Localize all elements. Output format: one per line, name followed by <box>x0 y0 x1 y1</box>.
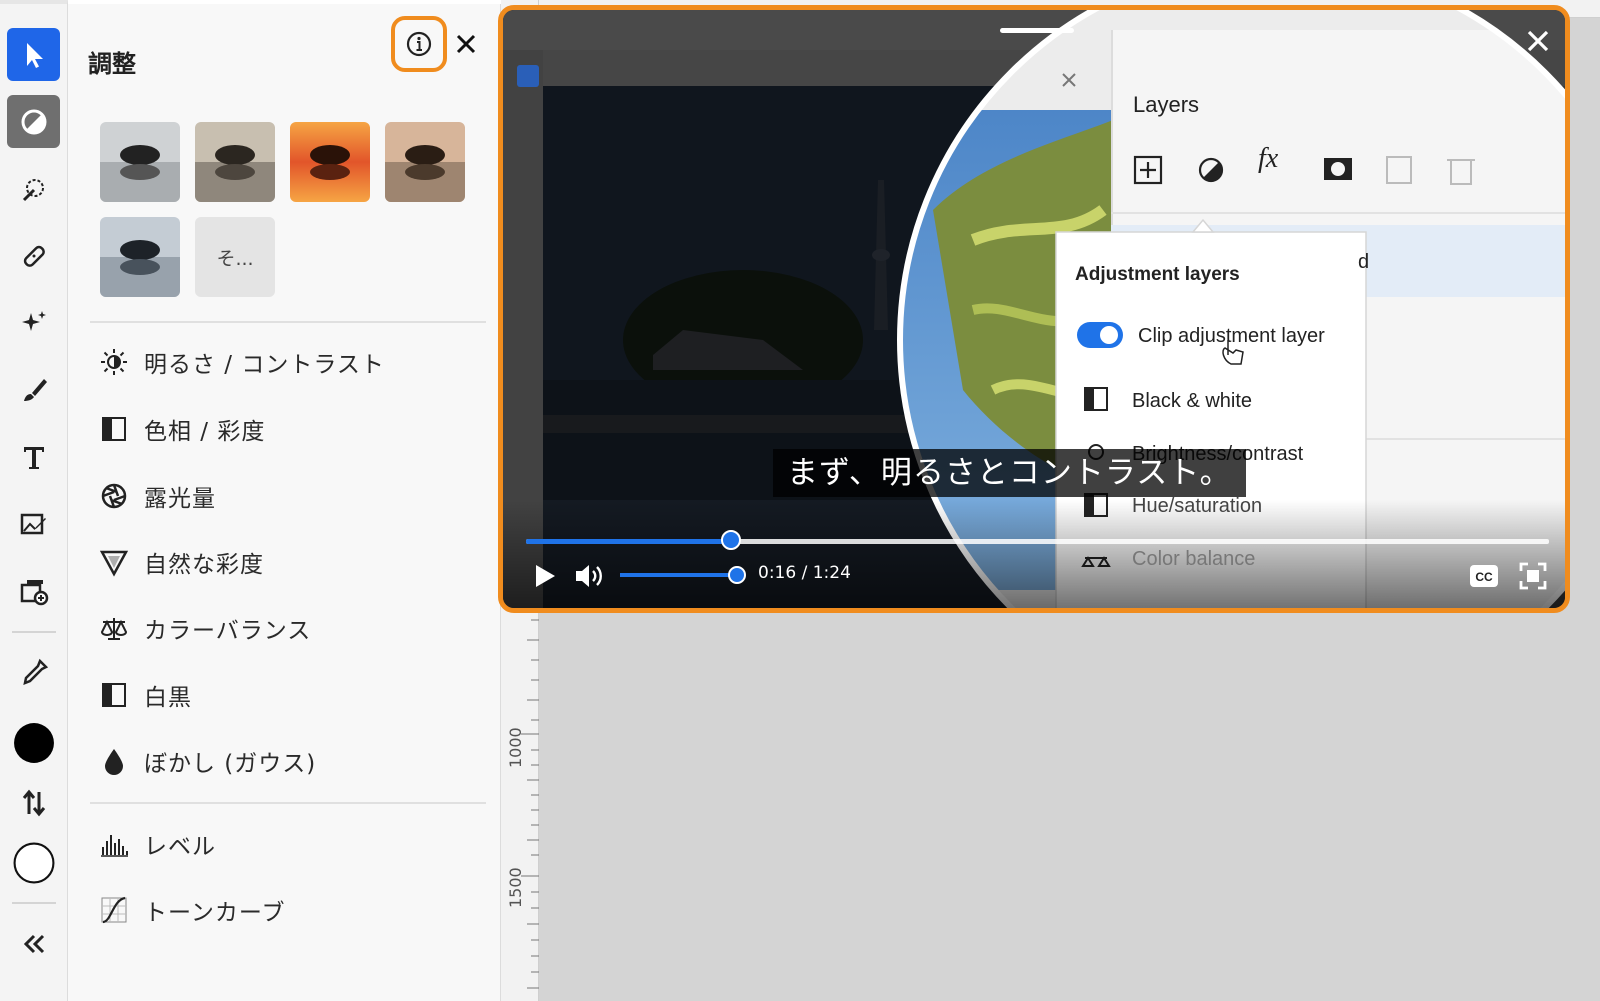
adj-gaussian-blur[interactable]: ぼかし (ガウス) <box>98 741 316 781</box>
foreground-color-swatch[interactable] <box>7 716 60 769</box>
drop-icon <box>98 745 130 777</box>
adj-color-balance[interactable]: カラーバランス <box>98 608 311 648</box>
adj-label: カラーバランス <box>144 618 312 644</box>
aperture-icon <box>98 480 130 512</box>
drag-handle[interactable] <box>1000 28 1074 33</box>
adj-label: 白黒 <box>144 685 192 711</box>
layer-name-partial: d <box>1358 251 1369 273</box>
cc-label: CC <box>1475 570 1493 584</box>
adj-label: 露光量 <box>144 486 216 512</box>
sparkle-icon[interactable] <box>7 296 60 349</box>
video-subtitle: まず、明るさとコントラスト。 <box>773 449 1246 497</box>
background-color-swatch[interactable] <box>7 836 60 889</box>
preset-thumbnail[interactable] <box>195 122 275 202</box>
half-square-icon <box>98 679 130 711</box>
triangle-down-icon <box>98 546 130 578</box>
ruler-label-1000: 1000 <box>506 727 525 768</box>
close-icon <box>1527 30 1549 52</box>
adj-tone-curve[interactable]: トーンカーブ <box>98 890 285 930</box>
popover-item: Hue/saturation <box>1132 495 1262 517</box>
volume-handle[interactable] <box>728 566 746 584</box>
info-button[interactable] <box>391 16 447 72</box>
volume-icon <box>576 565 602 587</box>
play-button[interactable] <box>531 562 559 590</box>
adj-label: 色相 / 彩度 <box>144 419 266 445</box>
adj-label: レベル <box>144 834 216 860</box>
cc-icon: CC <box>1470 565 1498 587</box>
quick-select-icon[interactable] <box>7 162 60 215</box>
fullscreen-button[interactable] <box>1518 561 1548 591</box>
close-panel-button[interactable] <box>452 30 480 58</box>
tool-rail <box>0 0 68 1001</box>
popover-item: Black & white <box>1132 390 1252 412</box>
adj-label: 自然な彩度 <box>144 552 264 578</box>
progress-fill <box>526 539 731 544</box>
curve-icon <box>98 894 130 926</box>
popover-item: Color balance <box>1132 548 1255 570</box>
adj-exposure[interactable]: 露光量 <box>98 476 216 516</box>
image-edit-icon[interactable] <box>7 497 60 550</box>
collapse-rail-icon[interactable] <box>7 917 60 970</box>
adj-brightness-contrast[interactable]: 明るさ / コントラスト <box>98 342 385 382</box>
adjust-tool-icon[interactable] <box>7 95 60 148</box>
preset-thumbnail[interactable] <box>100 217 180 297</box>
captions-button[interactable]: CC <box>1469 563 1499 589</box>
volume-button[interactable] <box>573 561 605 591</box>
select-tool-icon[interactable] <box>7 28 60 81</box>
preset-thumbnail[interactable] <box>290 122 370 202</box>
more-presets-button[interactable]: そ... <box>195 217 275 297</box>
video-frame-content: Layers fx d Adjustment layers Clip adjus… <box>503 10 1565 608</box>
rail-divider <box>12 902 56 904</box>
progress-bar[interactable] <box>526 539 1549 544</box>
sun-icon <box>98 346 130 378</box>
panel-divider <box>90 321 486 323</box>
histogram-icon <box>98 828 130 860</box>
swap-colors-icon[interactable] <box>7 776 60 829</box>
fx-icon: fx <box>1258 143 1279 174</box>
adj-label: 明るさ / コントラスト <box>144 352 385 378</box>
preset-thumbnail[interactable] <box>100 122 180 202</box>
adj-hue-saturation[interactable]: 色相 / 彩度 <box>98 409 265 449</box>
half-square-icon <box>98 413 130 445</box>
time-display: 0:16 / 1:24 <box>758 563 851 583</box>
volume-fill <box>620 573 737 577</box>
fullscreen-icon <box>1519 562 1547 590</box>
close-icon <box>456 34 476 54</box>
rail-divider <box>12 631 56 633</box>
adj-vibrance[interactable]: 自然な彩度 <box>98 542 264 582</box>
play-icon <box>536 565 555 587</box>
preset-thumbnail[interactable] <box>385 122 465 202</box>
tutorial-video-player[interactable]: Layers fx d Adjustment layers Clip adjus… <box>498 5 1570 613</box>
panel-title: 調整 <box>88 50 136 78</box>
type-tool-icon[interactable] <box>7 430 60 483</box>
adj-label: ぼかし (ガウス) <box>144 751 317 777</box>
popover-item: Clip adjustment layer <box>1138 325 1325 347</box>
healing-brush-icon[interactable] <box>7 229 60 282</box>
popover-title: Adjustment layers <box>1075 264 1240 285</box>
progress-handle[interactable] <box>720 530 741 550</box>
adjustments-panel: 調整 そ... 明るさ / コントラスト 色相 / 彩度 露光量 自然な彩度 カ <box>68 4 501 1001</box>
layers-panel-title: Layers <box>1133 92 1199 117</box>
add-image-icon[interactable] <box>7 564 60 617</box>
adj-levels[interactable]: レベル <box>98 824 216 864</box>
panel-divider <box>90 802 486 804</box>
volume-slider[interactable] <box>620 573 737 577</box>
adj-black-white[interactable]: 白黒 <box>98 675 192 715</box>
ruler-label-1500: 1500 <box>506 867 525 908</box>
close-video-button[interactable] <box>1523 26 1553 56</box>
info-icon <box>406 31 432 57</box>
brush-icon[interactable] <box>7 363 60 416</box>
balance-scale-icon <box>98 612 130 644</box>
adj-label: トーンカーブ <box>144 900 286 926</box>
eyedropper-icon[interactable] <box>7 646 60 699</box>
